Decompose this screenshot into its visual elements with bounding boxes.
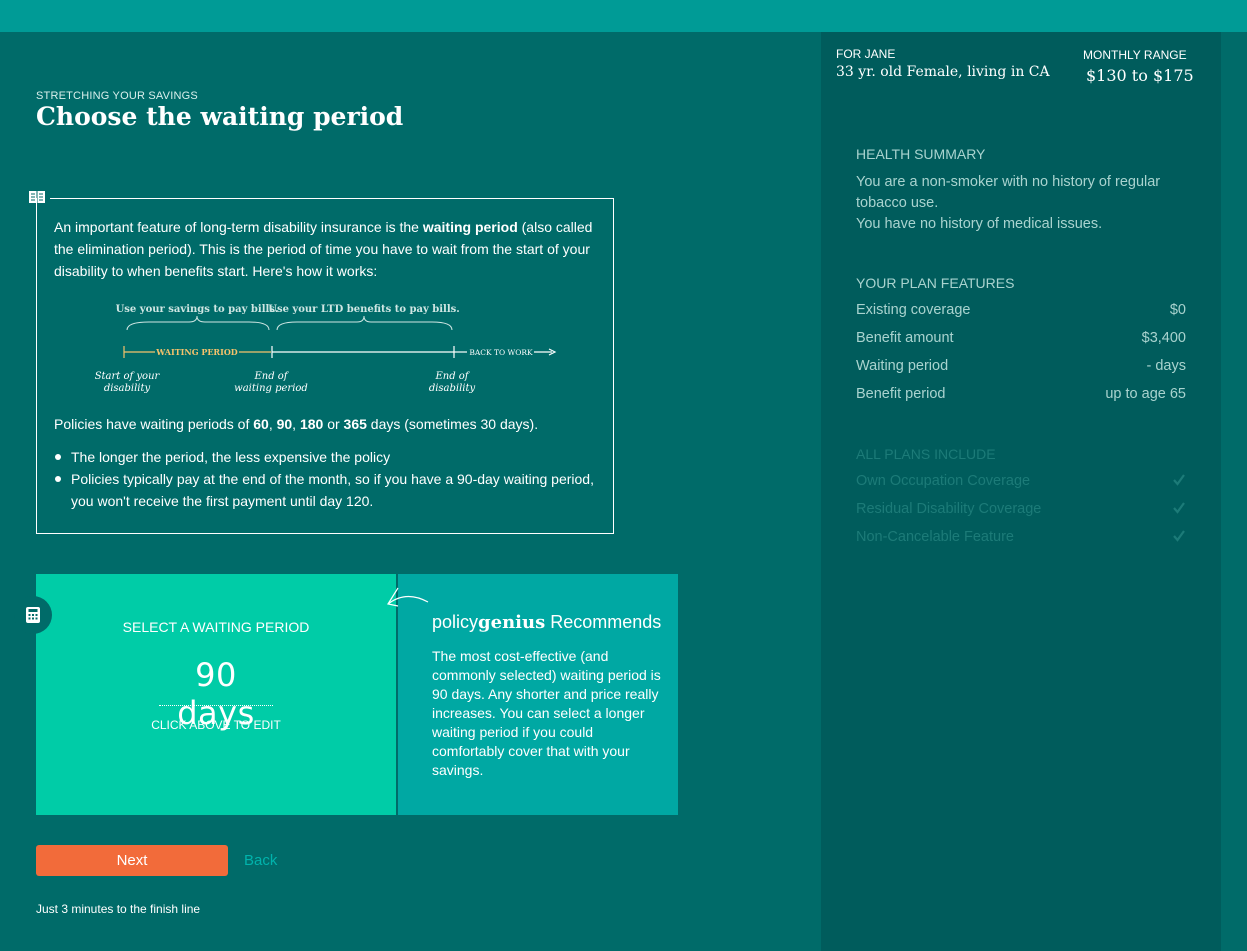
plan-features-heading: YOUR PLAN FEATURES [856, 275, 1015, 291]
monthly-range-value: $130 to $175 [1086, 66, 1194, 85]
timeline-back-to-work: BACK TO WORK [469, 348, 533, 357]
include-label: Own Occupation Coverage [856, 473, 1031, 489]
health-line: You have no history of medical issues. [856, 216, 1103, 232]
feature-value: $0 [1169, 302, 1186, 318]
next-button[interactable]: Next [36, 845, 228, 876]
health-line: You are a non-smoker with no history of … [856, 174, 1161, 211]
waiting-period-value[interactable]: 90 days [159, 656, 273, 732]
recommendation-title: policygenius Recommends [432, 612, 662, 633]
plans-include-heading: ALL PLANS INCLUDE [856, 446, 996, 462]
include-label: Non-Cancelable Feature [856, 529, 1014, 545]
bullet-item: The longer the period, the less expensiv… [54, 446, 604, 468]
top-bar [0, 0, 1247, 32]
info-bullets: The longer the period, the less expensiv… [54, 446, 604, 512]
include-row: Non-Cancelable Feature [856, 529, 1186, 549]
feature-row: Waiting period - days [856, 358, 1186, 378]
waiting-period-selector: SELECT A WAITING PERIOD 90 days CLICK AB… [36, 574, 396, 815]
checkmark-icon [1173, 530, 1185, 542]
timeline-end-dis-label-2: disability [429, 383, 476, 394]
feature-value: up to age 65 [1105, 386, 1186, 402]
checkmark-icon [1173, 502, 1185, 514]
feature-value: - days [1146, 358, 1187, 374]
arrow-icon [387, 587, 429, 607]
timeline-end-wait-label: End of [253, 371, 289, 382]
section-eyebrow: STRETCHING YOUR SAVINGS [36, 90, 198, 102]
include-row: Residual Disability Coverage [856, 501, 1186, 521]
for-description: 33 yr. old Female, living in CA [836, 64, 1050, 80]
feature-label: Benefit period [856, 386, 946, 402]
recommendation-body: The most cost-effective (and commonly se… [432, 648, 661, 778]
health-summary-text: You are a non-smoker with no history of … [856, 172, 1196, 235]
feature-row: Existing coverage $0 [856, 302, 1186, 322]
info-intro: An important feature of long-term disabi… [54, 219, 593, 279]
health-summary-heading: HEALTH SUMMARY [856, 146, 986, 162]
edit-hint: CLICK ABOVE TO EDIT [151, 718, 281, 732]
brand-policy: policy [432, 612, 479, 632]
recommendation-panel: policygenius Recommends The most cost-ef… [387, 574, 678, 815]
feature-row: Benefit amount $3,400 [856, 330, 1186, 350]
monthly-range-label: MONTHLY RANGE [1083, 48, 1187, 62]
brand-genius: genius [478, 612, 546, 633]
feature-label: Existing coverage [856, 302, 971, 318]
info-intro-emphasis: waiting period [422, 219, 518, 235]
finish-note: Just 3 minutes to the finish line [36, 902, 201, 916]
selector-label: SELECT A WAITING PERIOD [122, 619, 310, 635]
timeline-end-dis-label: End of [434, 371, 470, 382]
timeline-ltd-brace [276, 315, 453, 331]
calculator-icon [26, 607, 40, 623]
policies-line: Policies have waiting periods of 60, 90,… [54, 416, 539, 432]
include-row: Own Occupation Coverage [856, 473, 1186, 493]
feature-row: Benefit period up to age 65 [856, 386, 1186, 406]
info-box: An important feature of long-term disabi… [36, 198, 614, 534]
feature-label: Benefit amount [856, 330, 954, 346]
plan-sidebar: FOR JANE 33 yr. old Female, living in CA… [821, 32, 1221, 951]
feature-label: Waiting period [856, 358, 949, 374]
timeline-waiting-label: WAITING PERIOD [155, 347, 238, 357]
calculator-badge [14, 596, 52, 634]
timeline-ltd-label: Use your LTD benefits to pay bills. [268, 304, 460, 315]
back-link[interactable]: Back [244, 852, 277, 869]
feature-value: $3,400 [1141, 330, 1186, 346]
checkmark-icon [1173, 474, 1185, 486]
for-label: FOR JANE [836, 47, 896, 61]
include-label: Residual Disability Coverage [856, 501, 1042, 517]
timeline-end-wait-label-2: waiting period [234, 383, 308, 394]
page-title: Choose the waiting period [36, 102, 404, 131]
timeline-start-label-2: disability [104, 383, 151, 394]
right-edge [1221, 32, 1247, 951]
timeline-savings-label: Use your savings to pay bills. [116, 304, 279, 315]
timeline-savings-brace [126, 315, 270, 331]
waiting-period-timeline: Use your savings to pay bills. Use your … [95, 304, 557, 394]
timeline-start-label: Start of your [95, 371, 161, 382]
bullet-item: Policies typically pay at the end of the… [54, 468, 604, 512]
